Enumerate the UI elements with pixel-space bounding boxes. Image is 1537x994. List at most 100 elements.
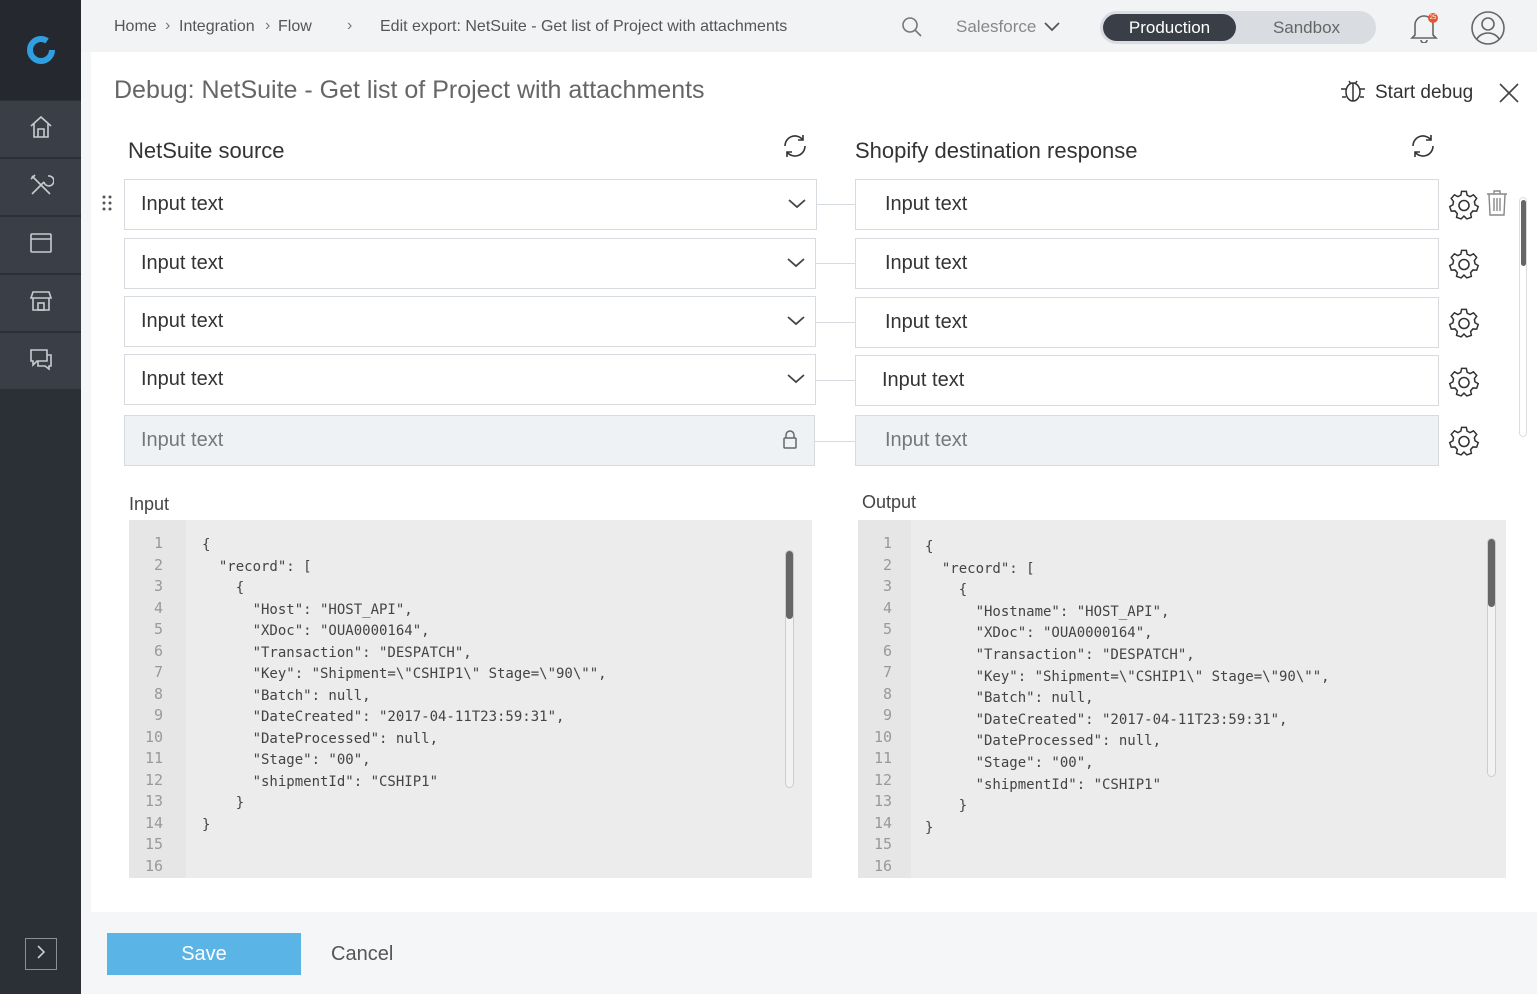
source-field-value: Input text <box>141 193 224 215</box>
env-sandbox-button[interactable]: Sandbox <box>1240 14 1373 41</box>
input-code-editor[interactable]: 1 {2 "record": [3 {4 "Host": "HOST_API", 5… <box>129 520 812 878</box>
code-line: "Host": "HOST_API", <box>202 601 413 618</box>
save-button[interactable]: Save <box>107 933 301 975</box>
drag-handle-icon[interactable] <box>102 195 112 216</box>
line-number: 4 <box>153 598 163 617</box>
mapping-scrollbar[interactable] <box>1519 197 1527 437</box>
archive-icon <box>28 230 54 261</box>
source-field-select[interactable]: Input text <box>124 354 816 405</box>
gear-icon[interactable] <box>1448 307 1480 344</box>
line-number: 6 <box>153 641 163 660</box>
field-connector <box>817 204 855 205</box>
code-scrollbar[interactable] <box>785 550 794 788</box>
top-header: Home › Integration › Flow › Edit export:… <box>81 0 1537 52</box>
line-number: 16 <box>144 856 163 875</box>
code-line: "DateProcessed": null, <box>202 730 439 747</box>
source-field-select[interactable]: Input text <box>124 238 816 289</box>
scrollbar-thumb[interactable] <box>1488 539 1495 607</box>
source-field-value: Input text <box>141 429 224 451</box>
field-connector <box>816 380 855 381</box>
code-line: { <box>202 537 211 553</box>
output-label: Output <box>862 492 917 512</box>
sidebar-item-chat[interactable] <box>0 333 81 390</box>
code-line: "DateCreated": "2017-04-11T23:59:31", <box>925 711 1288 728</box>
code-line: "record": [ <box>925 560 1035 577</box>
code-line: } <box>202 795 245 811</box>
field-connector <box>816 322 855 323</box>
code-line: "Transaction": "DESPATCH", <box>925 647 1195 663</box>
chevron-down-icon <box>787 253 805 279</box>
code-line: { <box>202 580 245 596</box>
destination-field-input[interactable]: Input text <box>855 355 1439 406</box>
code-line: "Stage": "00", <box>202 752 371 768</box>
marketplace-icon <box>28 288 54 319</box>
line-number: 8 <box>882 684 892 703</box>
sidebar-item-tools[interactable] <box>0 159 81 216</box>
destination-field-value: Input text <box>885 429 968 451</box>
env-production-button[interactable]: Production <box>1103 14 1236 41</box>
code-line: } <box>202 816 211 833</box>
chevron-right-icon <box>35 944 47 964</box>
code-line: "Stage": "00", <box>925 755 1094 771</box>
gear-icon[interactable] <box>1448 189 1480 226</box>
scrollbar-thumb[interactable] <box>786 551 793 619</box>
sidebar-expand-button[interactable] <box>25 938 57 970</box>
line-number: 14 <box>144 813 163 832</box>
chat-icon <box>28 346 54 377</box>
trash-icon[interactable] <box>1486 189 1508 222</box>
sidebar-item-home[interactable] <box>0 101 81 158</box>
code-line: "Transaction": "DESPATCH", <box>202 644 472 661</box>
code-line: "Batch": null, <box>925 690 1094 707</box>
source-field-select[interactable]: Input text <box>124 296 816 347</box>
search-icon[interactable] <box>901 16 923 43</box>
output-code-editor[interactable]: 1 {2 "record": [3 {4 "Hostname": "HOST_AP… <box>858 520 1506 878</box>
line-number: 14 <box>873 813 892 832</box>
gear-icon[interactable] <box>1448 248 1480 285</box>
cancel-button[interactable]: Cancel <box>331 943 393 966</box>
destination-field-input[interactable]: Input text <box>855 297 1439 348</box>
tools-icon <box>28 172 55 203</box>
user-avatar-icon[interactable] <box>1470 10 1506 51</box>
debug-panel: Debug: NetSuite - Get list of Project wi… <box>91 52 1537 912</box>
code-line: "shipmentId": "CSHIP1" <box>202 773 439 790</box>
breadcrumb-integration[interactable]: Integration <box>179 18 255 36</box>
account-select[interactable]: Salesforce <box>956 17 1060 37</box>
start-debug-label: Start debug <box>1375 82 1474 103</box>
celigo-logo-icon[interactable] <box>0 0 81 100</box>
code-scrollbar[interactable] <box>1487 538 1496 777</box>
gear-icon[interactable] <box>1448 366 1480 403</box>
line-number: 10 <box>873 727 892 746</box>
line-number: 2 <box>153 555 163 574</box>
source-field-select[interactable]: Input text <box>124 179 817 230</box>
code-line: "XDoc": "OUA0000164", <box>925 625 1153 642</box>
line-number: 15 <box>873 835 892 853</box>
bug-icon <box>1339 76 1367 110</box>
refresh-source-icon[interactable] <box>781 132 809 165</box>
line-number: 10 <box>144 727 163 746</box>
sidebar-item-marketplace[interactable] <box>0 275 81 332</box>
line-number: 9 <box>882 706 892 724</box>
source-field-value: Input text <box>141 368 224 390</box>
destination-field-value: Input text <box>885 311 968 333</box>
gear-icon[interactable] <box>1448 425 1480 462</box>
refresh-destination-icon[interactable] <box>1409 132 1437 165</box>
line-number: 5 <box>882 620 892 638</box>
line-number: 12 <box>144 770 163 789</box>
page-title: Debug: NetSuite - Get list of Project wi… <box>114 76 705 104</box>
notification-badge: 25 <box>1428 13 1438 23</box>
footer: Save Cancel <box>81 912 1537 994</box>
line-number: 1 <box>882 534 892 552</box>
destination-field-input[interactable]: Input text <box>855 238 1439 289</box>
scrollbar-thumb[interactable] <box>1521 200 1526 266</box>
destination-field-input[interactable]: Input text <box>855 179 1439 230</box>
close-icon[interactable] <box>1498 82 1520 109</box>
chevron-down-icon <box>787 369 805 395</box>
breadcrumb-flow[interactable]: Flow <box>278 18 312 36</box>
start-debug-button[interactable]: Start debug <box>1339 76 1473 110</box>
breadcrumb-home[interactable]: Home <box>114 18 157 36</box>
sidebar-item-archive[interactable] <box>0 217 81 274</box>
destination-field-locked: Input text <box>855 415 1439 466</box>
code-line: "shipmentId": "CSHIP1" <box>925 776 1162 793</box>
line-number: 8 <box>153 684 163 703</box>
lock-icon <box>782 430 798 456</box>
